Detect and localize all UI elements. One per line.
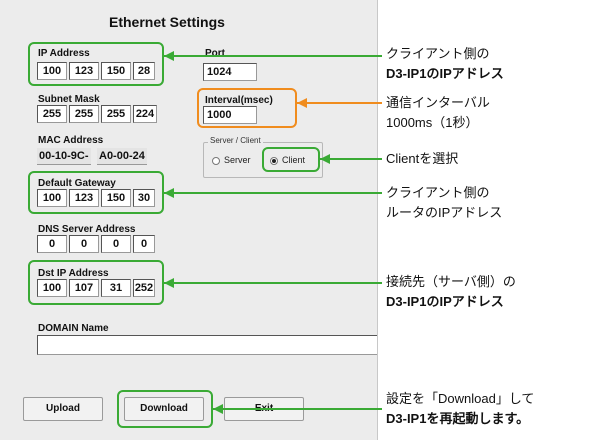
ip-arrowhead-icon bbox=[164, 51, 174, 61]
gateway-annotation: クライアント側の ルータのIPアドレス bbox=[386, 183, 502, 223]
gateway-annotation-line2: ルータのIPアドレス bbox=[386, 205, 503, 220]
interval-arrowhead-icon bbox=[297, 98, 307, 108]
ip-annotation-line1: クライアント側の bbox=[386, 46, 490, 61]
client-annotation-line1: Clientを選択 bbox=[386, 151, 459, 166]
ip-annotation: クライアント側の D3-IP1のIPアドレス bbox=[386, 44, 504, 84]
dst-annotation: 接続先（サーバ側）の D3-IP1のIPアドレス bbox=[386, 272, 516, 312]
gateway-annotation-line1: クライアント側の bbox=[386, 185, 490, 200]
download-annotation-line1: 設定を「Download」して bbox=[386, 391, 535, 406]
callout-arrows bbox=[164, 51, 382, 414]
interval-annotation-line2: 1000ms（1秒） bbox=[386, 115, 479, 130]
download-annotation: 設定を「Download」して D3-IP1を再起動します。 bbox=[386, 389, 534, 429]
client-annotation: Clientを選択 bbox=[386, 149, 458, 169]
interval-annotation-line1: 通信インターバル bbox=[386, 95, 490, 110]
interval-annotation: 通信インターバル 1000ms（1秒） bbox=[386, 93, 490, 133]
client-arrowhead-icon bbox=[320, 154, 330, 164]
dst-arrowhead-icon bbox=[164, 278, 174, 288]
dst-annotation-line2: D3-IP1のIPアドレス bbox=[386, 294, 504, 309]
ip-annotation-line2: D3-IP1のIPアドレス bbox=[386, 66, 504, 81]
download-arrowhead-icon bbox=[213, 404, 223, 414]
gateway-arrowhead-icon bbox=[164, 188, 174, 198]
download-annotation-line2: D3-IP1を再起動します。 bbox=[386, 411, 530, 426]
dst-annotation-line1: 接続先（サーバ側）の bbox=[386, 274, 516, 289]
